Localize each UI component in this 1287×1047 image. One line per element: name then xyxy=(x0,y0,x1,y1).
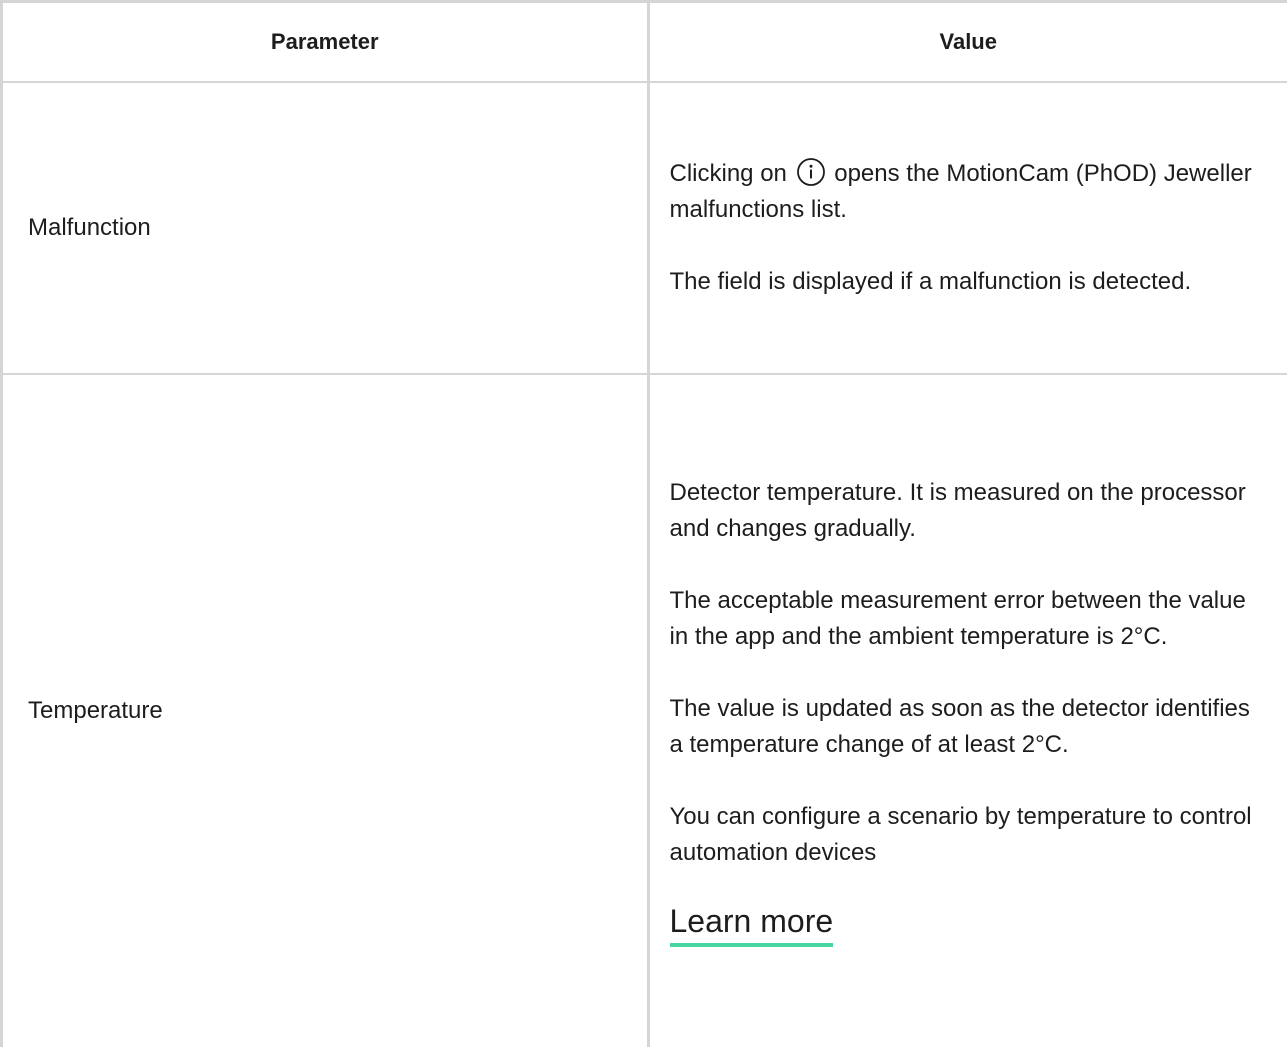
table-header-row: Parameter Value xyxy=(3,3,1287,83)
parameters-table-frame: Parameter Value Malfunction Clicking on … xyxy=(0,0,1287,1047)
value-paragraph: Clicking on opens the MotionCam (PhOD) J… xyxy=(670,156,1268,228)
value-paragraph: Detector temperature. It is measured on … xyxy=(669,479,1246,542)
learn-more-link[interactable]: Learn more xyxy=(669,901,834,947)
value-paragraph: The acceptable measurement error between… xyxy=(669,587,1246,650)
info-icon xyxy=(796,158,825,186)
table-row-temperature: Temperature Detector temperature. It is … xyxy=(3,374,1287,1047)
value-text: Clicking on xyxy=(669,160,787,187)
parameter-cell: Temperature xyxy=(3,374,650,1047)
value-cell: Clicking on opens the MotionCam (PhOD) J… xyxy=(648,82,1287,375)
table-row-malfunction: Malfunction Clicking on opens the Motion… xyxy=(3,82,1287,375)
parameter-cell: Malfunction xyxy=(3,82,650,375)
value-cell: Detector temperature. It is measured on … xyxy=(648,374,1287,1047)
header-value: Value xyxy=(648,3,1287,83)
value-paragraph: You can configure a scenario by temperat… xyxy=(669,803,1252,866)
value-paragraph: The field is displayed if a malfunction … xyxy=(669,268,1192,295)
parameters-table: Parameter Value Malfunction Clicking on … xyxy=(3,3,1287,1047)
value-paragraph: The value is updated as soon as the dete… xyxy=(669,695,1250,758)
header-parameter: Parameter xyxy=(3,3,650,83)
